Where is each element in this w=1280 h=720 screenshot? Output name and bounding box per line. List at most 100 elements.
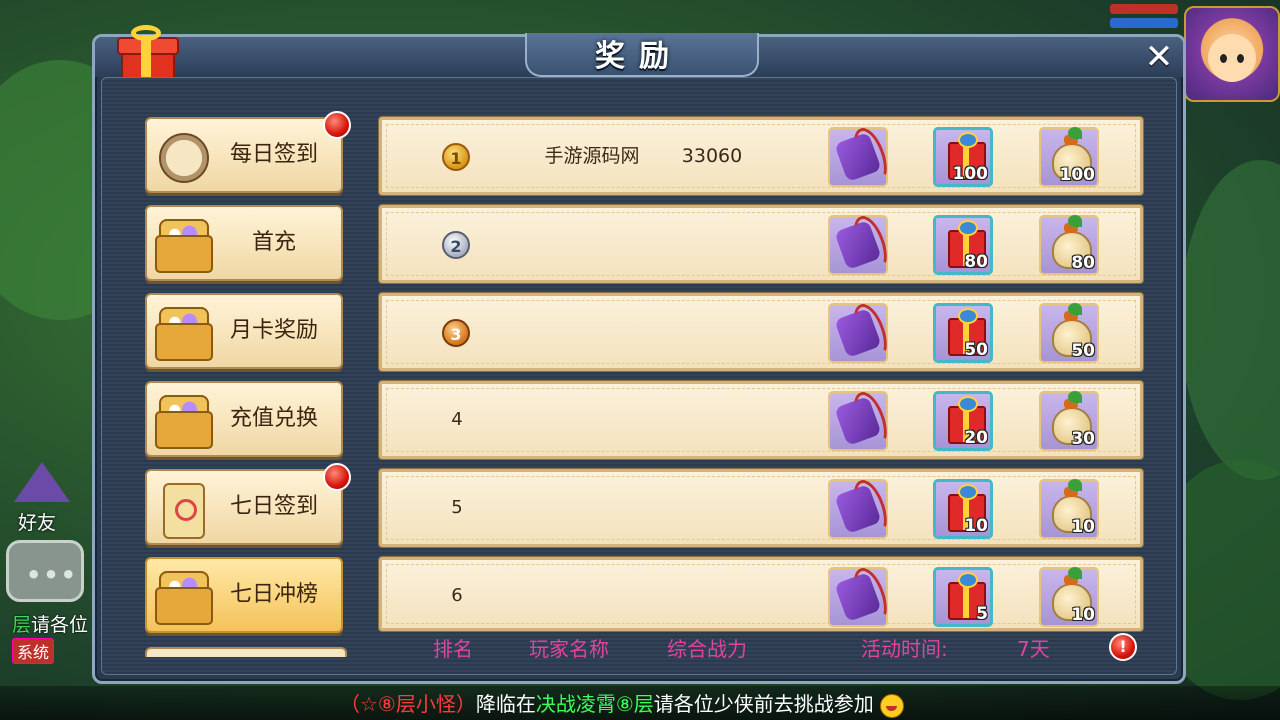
ranking-row: 4 20 30 — [379, 381, 1143, 459]
background-foliage — [1180, 160, 1280, 480]
reward-item-gift[interactable]: 50 — [933, 303, 993, 363]
reward-item-bag[interactable]: 50 — [1039, 303, 1099, 363]
silver-medal-icon: 2 — [442, 231, 470, 259]
ranking-row: 5 10 10 — [379, 469, 1143, 547]
reward-item-scroll[interactable] — [828, 303, 888, 363]
magic-scroll-icon — [834, 308, 882, 358]
reward-item-gift[interactable]: 5 — [933, 567, 993, 627]
avatar-face — [1208, 34, 1256, 82]
combat-power — [672, 384, 752, 456]
chat-message: 层请各位 — [12, 610, 88, 637]
announcement-location: 决战凌霄⑧层 — [535, 692, 654, 716]
sidebar-item-6[interactable]: 七日冲榜 — [145, 557, 343, 633]
reward-item-bag[interactable]: 10 — [1039, 567, 1099, 627]
announcement-monster: （☆⑧层小怪） — [340, 692, 476, 716]
reward-item-bag[interactable]: 10 — [1039, 479, 1099, 539]
magic-scroll-icon — [834, 132, 882, 182]
reward-item-gift[interactable]: 20 — [933, 391, 993, 451]
column-label-power: 综合战力 — [667, 637, 747, 661]
sidebar-item-1[interactable]: 每日签到 — [145, 111, 351, 193]
player-name — [512, 208, 672, 280]
player-name — [512, 472, 672, 544]
reward-item-scroll[interactable] — [828, 391, 888, 451]
hp-bar — [1110, 4, 1178, 14]
gift-box-icon — [117, 25, 179, 81]
sidebar-item-3[interactable]: 月卡奖励 — [145, 293, 343, 369]
announcement-text: （☆⑧层小怪）降临在决战凌霄⑧层请各位少侠前去挑战参加 — [340, 688, 905, 718]
chat-button[interactable]: ••• — [6, 540, 84, 602]
mp-bar — [1110, 18, 1178, 28]
combat-power — [672, 296, 752, 368]
column-label-rank: 排名 — [433, 637, 473, 661]
rank-number: 4 — [451, 409, 463, 430]
rewards-dialog: 奖励 ✕ 每日签到 首充 月卡奖励 充值兑换 七日签到 七日冲榜 1 手游源码网 33060 1… — [92, 25, 1186, 684]
reward-item-scroll[interactable] — [828, 215, 888, 275]
avatar-eye — [1237, 54, 1244, 63]
ranking-row: 1 手游源码网 33060 100 100 — [379, 117, 1143, 195]
bronze-medal-icon: 3 — [442, 319, 470, 347]
announcement-text-part: 请各位少侠前去挑战参加 — [653, 692, 874, 716]
system-channel-tag: 系统 — [12, 638, 55, 664]
player-name — [512, 560, 672, 632]
player-avatar[interactable] — [1184, 6, 1280, 102]
item-count: 10 — [964, 516, 988, 536]
magic-scroll-icon — [834, 572, 882, 622]
ranking-row: 6 5 10 — [379, 557, 1143, 631]
friends-label: 好友 — [18, 512, 57, 534]
scroll-icon — [153, 127, 211, 185]
magic-scroll-icon — [834, 484, 882, 534]
item-count: 50 — [964, 340, 988, 360]
player-name: 手游源码网 — [544, 145, 640, 167]
item-count: 80 — [1071, 253, 1095, 273]
treasure-chest-icon — [153, 391, 213, 449]
reward-item-gift[interactable]: 80 — [933, 215, 993, 275]
activity-time-label: 活动时间: — [861, 637, 948, 661]
item-count: 80 — [964, 252, 988, 272]
reward-item-bag[interactable]: 80 — [1039, 215, 1099, 275]
reward-item-bag[interactable]: 30 — [1039, 391, 1099, 451]
wizard-hat-icon — [14, 462, 70, 502]
reward-item-gift[interactable]: 10 — [933, 479, 993, 539]
item-count: 100 — [1059, 165, 1096, 185]
reward-item-scroll[interactable] — [828, 127, 888, 187]
item-count: 30 — [1071, 429, 1095, 449]
item-count: 50 — [1071, 341, 1095, 361]
smiley-emoji-icon — [880, 693, 905, 718]
sidebar-item-label: 充值兑换 — [229, 406, 318, 431]
reward-item-scroll[interactable] — [828, 479, 888, 539]
info-alert-icon[interactable]: ! — [1109, 633, 1137, 661]
sidebar-item-label: 首充 — [251, 230, 296, 255]
sidebar-item-5[interactable]: 七日签到 — [145, 463, 351, 545]
sidebar-item-2[interactable]: 首充 — [145, 205, 343, 281]
close-button[interactable]: ✕ — [1141, 39, 1177, 75]
sidebar-item-4[interactable]: 充值兑换 — [145, 381, 343, 457]
reward-item-scroll[interactable] — [828, 567, 888, 627]
reward-item-bag[interactable]: 100 — [1039, 127, 1099, 187]
combat-power: 33060 — [681, 145, 743, 167]
announcement-marquee: （☆⑧层小怪）降临在决战凌霄⑧层请各位少侠前去挑战参加 — [0, 686, 1280, 720]
sidebar-item-label: 七日冲榜 — [229, 582, 318, 607]
activity-time-value: 7天 — [1017, 637, 1050, 661]
ranking-row: 2 80 80 — [379, 205, 1143, 283]
combat-power — [672, 208, 752, 280]
magic-scroll-icon — [834, 396, 882, 446]
treasure-map-icon — [153, 479, 211, 539]
player-name — [512, 296, 672, 368]
item-count: 20 — [964, 428, 988, 448]
reward-item-gift[interactable]: 100 — [933, 127, 993, 187]
rank-number: 5 — [451, 497, 463, 518]
item-count: 100 — [952, 164, 989, 184]
item-count: 10 — [1071, 605, 1095, 625]
combat-power — [672, 472, 752, 544]
sidebar-item-partial[interactable] — [145, 647, 347, 657]
treasure-chest-icon — [153, 567, 213, 625]
rank-number: 6 — [451, 585, 463, 606]
sidebar-item-label: 月卡奖励 — [229, 318, 318, 343]
chat-bubble-icon: ••• — [26, 561, 79, 589]
magic-scroll-icon — [834, 220, 882, 270]
friends-button[interactable]: 好友 — [4, 462, 74, 534]
notification-badge — [323, 463, 351, 491]
combat-power — [672, 560, 752, 632]
ranking-row: 3 50 50 — [379, 293, 1143, 371]
gold-medal-icon: 1 — [442, 143, 470, 171]
